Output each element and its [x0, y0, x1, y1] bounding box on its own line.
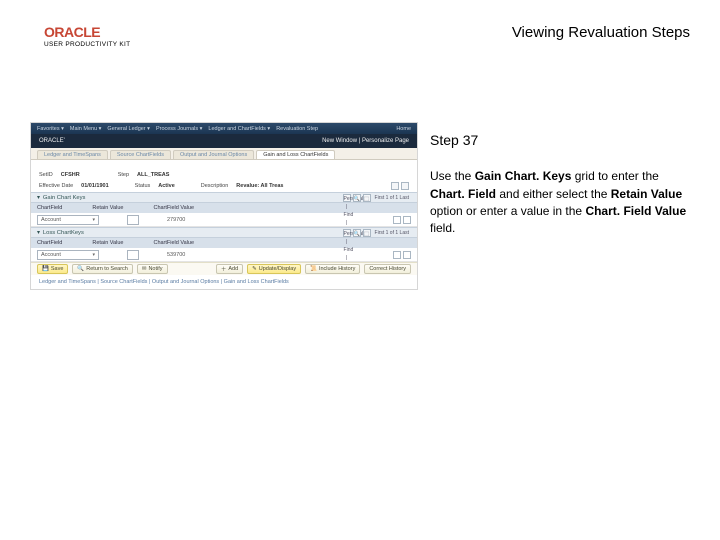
- info-row-2: Effective Date 01/01/1901 Status Active …: [31, 180, 417, 192]
- grid-find-icon[interactable]: 🔍: [353, 194, 361, 202]
- action-bar: 💾Save 🔍Return to Search ✉Notify ＋Add ✎Up…: [31, 262, 417, 275]
- setid-value: CFSHR: [61, 172, 80, 178]
- menu-item[interactable]: General Ledger ▾: [107, 126, 150, 132]
- col-chartfield: ChartField: [37, 240, 62, 246]
- chartfield-select[interactable]: Account: [37, 250, 99, 260]
- notify-button[interactable]: ✉Notify: [137, 264, 168, 274]
- grid-download-icon[interactable]: ⬚: [363, 194, 371, 202]
- row-del-icon[interactable]: [403, 251, 411, 259]
- instruction-text: Use the Gain Chart. Keys grid to enter t…: [430, 168, 690, 238]
- collapse-icon[interactable]: ▾: [37, 230, 40, 236]
- update-button[interactable]: ✎Update/Display: [247, 264, 301, 274]
- add-icon: ＋: [221, 265, 227, 273]
- loss-grid-row: Account 539700: [31, 248, 417, 262]
- app-screenshot: Favorites ▾ Main Menu ▾ General Ledger ▾…: [30, 122, 418, 290]
- add-button[interactable]: ＋Add: [216, 264, 243, 274]
- gain-section-title: Gain Chart Keys: [43, 195, 86, 201]
- mock-menubar: Favorites ▾ Main Menu ▾ General Ledger ▾…: [31, 123, 417, 134]
- grid-nav[interactable]: First 1 of 1 Last: [373, 229, 411, 237]
- col-retain: Retain Value: [92, 205, 123, 211]
- col-chartfield: ChartField: [37, 205, 62, 211]
- mock-brand-links[interactable]: New Window | Personalize Page: [322, 138, 409, 144]
- loss-grid-header: ChartField Retain Value ChartField Value: [31, 238, 417, 248]
- loss-section-title: Loss ChartKeys: [43, 230, 84, 236]
- save-button[interactable]: 💾Save: [37, 264, 68, 274]
- status-label: Status: [135, 183, 151, 189]
- col-cfvalue: ChartField Value: [153, 240, 194, 246]
- row-add-icon[interactable]: [393, 216, 401, 224]
- row-add-icon[interactable]: [393, 251, 401, 259]
- brand-block: ORACLE USER PRODUCTIVITY KIT: [44, 24, 130, 48]
- retain-checkbox[interactable]: [127, 250, 139, 260]
- info-row-1: SetID CFSHR Step ALL_TREAS: [31, 170, 417, 180]
- tab-gainloss[interactable]: Gain and Loss ChartFields: [256, 150, 335, 159]
- return-icon: 🔍: [77, 266, 84, 272]
- page-title: Viewing Revaluation Steps: [512, 24, 690, 41]
- menu-item[interactable]: Main Menu ▾: [70, 126, 102, 132]
- effdate-value: 01/01/1901: [81, 183, 109, 189]
- grid-nav[interactable]: First 1 of 1 Last: [373, 194, 411, 202]
- correct-button[interactable]: Correct History: [364, 264, 411, 274]
- desc-value: Revalue: All Treas: [236, 183, 283, 189]
- mock-brand-label: ORACLE': [39, 138, 65, 144]
- delete-row-icon[interactable]: [401, 182, 409, 190]
- history-icon: 📜: [310, 266, 317, 272]
- menu-item[interactable]: Process Journals ▾: [156, 126, 202, 132]
- brand-logo: ORACLE: [44, 24, 100, 40]
- status-value: Active: [158, 183, 175, 189]
- tab-output[interactable]: Output and Journal Options: [173, 150, 254, 159]
- add-row-icon[interactable]: [391, 182, 399, 190]
- tab-source[interactable]: Source ChartFields: [110, 150, 171, 159]
- gain-grid-header: ChartField Retain Value ChartField Value: [31, 203, 417, 213]
- instruction-panel: Step 37 Use the Gain Chart. Keys grid to…: [430, 122, 690, 238]
- menu-item[interactable]: Ledger and ChartFields ▾: [208, 126, 270, 132]
- row-del-icon[interactable]: [403, 216, 411, 224]
- return-button[interactable]: 🔍Return to Search: [72, 264, 132, 274]
- tab-ledger[interactable]: Ledger and TimeSpans: [37, 150, 108, 159]
- update-icon: ✎: [252, 266, 257, 272]
- mock-sublinks: [31, 160, 417, 170]
- bottom-breadcrumb[interactable]: Ledger and TimeSpans | Source ChartField…: [31, 275, 417, 289]
- gain-section-header[interactable]: ▾ Gain Chart Keys Personalize | Find | 🔍…: [31, 192, 417, 203]
- notify-icon: ✉: [142, 266, 147, 272]
- retain-checkbox[interactable]: [127, 215, 139, 225]
- collapse-icon[interactable]: ▾: [37, 195, 40, 201]
- home-label[interactable]: Home: [396, 126, 411, 132]
- setid-label: SetID: [39, 172, 53, 178]
- loss-section-header[interactable]: ▾ Loss ChartKeys Personalize | Find | 🔍 …: [31, 227, 417, 238]
- grid-personalize-icon[interactable]: Personalize | Find |: [343, 194, 351, 202]
- mock-tabs: Ledger and TimeSpans Source ChartFields …: [31, 148, 417, 160]
- grid-personalize-icon[interactable]: Personalize | Find |: [343, 229, 351, 237]
- step-value: ALL_TREAS: [137, 172, 169, 178]
- step-number: Step 37: [430, 130, 690, 150]
- menu-item[interactable]: Favorites ▾: [37, 126, 64, 132]
- cfvalue-text[interactable]: 279700: [167, 217, 185, 223]
- gain-grid-row: Account 279700: [31, 213, 417, 227]
- history-button[interactable]: 📜Include History: [305, 264, 360, 274]
- desc-label: Description: [201, 183, 229, 189]
- effdate-label: Effective Date: [39, 183, 73, 189]
- brand-subtitle: USER PRODUCTIVITY KIT: [44, 41, 130, 48]
- col-cfvalue: ChartField Value: [153, 205, 194, 211]
- save-icon: 💾: [42, 266, 49, 272]
- chartfield-select[interactable]: Account: [37, 215, 99, 225]
- step-label: Step: [118, 172, 129, 178]
- col-retain: Retain Value: [92, 240, 123, 246]
- menu-item[interactable]: Revaluation Step: [276, 126, 318, 132]
- grid-download-icon[interactable]: ⬚: [363, 229, 371, 237]
- grid-find-icon[interactable]: 🔍: [353, 229, 361, 237]
- cfvalue-text[interactable]: 539700: [167, 252, 185, 258]
- mock-brandbar: ORACLE' New Window | Personalize Page: [31, 134, 417, 148]
